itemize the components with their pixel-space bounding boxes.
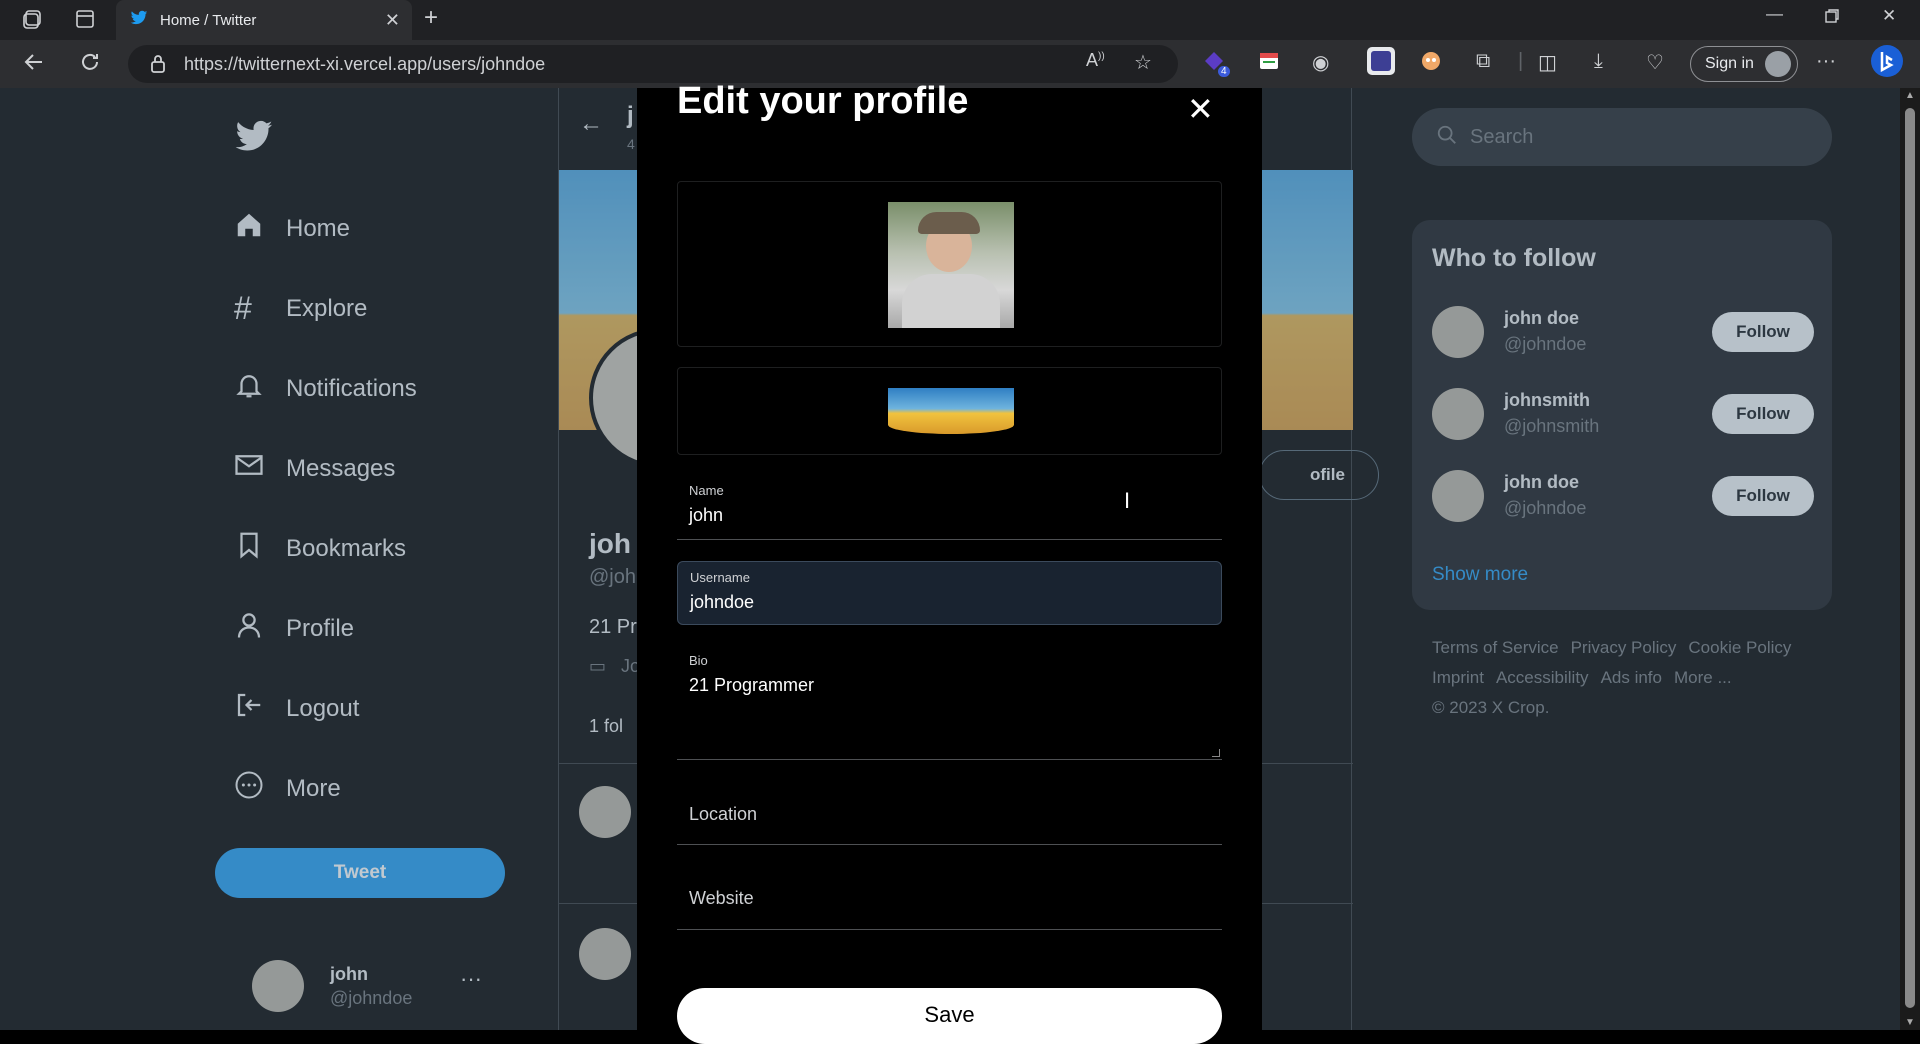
name-label: Name xyxy=(689,483,724,498)
lock-icon xyxy=(150,54,166,79)
tab-close-icon[interactable]: ✕ xyxy=(385,10,400,31)
workspaces-icon[interactable] xyxy=(22,8,44,35)
extension-badge: 4 xyxy=(1218,66,1230,77)
username-label: Username xyxy=(690,570,750,585)
resize-handle-icon[interactable] xyxy=(1212,749,1220,757)
text-cursor-icon: I xyxy=(1124,488,1131,513)
username-field[interactable]: Username johndoe xyxy=(677,561,1222,625)
settings-more-icon[interactable]: ··· xyxy=(1816,50,1836,73)
bio-label: Bio xyxy=(689,653,708,668)
back-icon[interactable] xyxy=(22,50,46,80)
bracket-extension-icon[interactable] xyxy=(1366,46,1396,82)
edit-profile-modal: Edit your profile ✕ Name john Username j… xyxy=(637,80,1262,1044)
cover-preview-image xyxy=(888,388,1014,434)
restore-icon[interactable] xyxy=(1824,8,1840,29)
browser-tab[interactable]: Home / Twitter ✕ xyxy=(116,0,412,40)
downloads-icon[interactable]: ⤓ xyxy=(1594,50,1603,73)
minimize-icon[interactable]: — xyxy=(1766,4,1783,24)
bing-copilot-icon[interactable] xyxy=(1870,44,1904,84)
target-extension-icon[interactable]: ◉ xyxy=(1312,50,1329,75)
profile-avatar-icon xyxy=(1765,51,1791,77)
scroll-up-icon[interactable]: ▲ xyxy=(1905,90,1915,101)
bio-field[interactable]: Bio 21 Programmer xyxy=(677,645,1222,760)
cover-upload-box[interactable] xyxy=(677,367,1222,455)
username-value: johndoe xyxy=(690,592,755,612)
split-screen-icon[interactable]: ◫ xyxy=(1538,50,1557,75)
name-value: john xyxy=(689,505,724,525)
twitter-favicon-icon xyxy=(130,10,148,30)
address-bar[interactable]: https://twitternext-xi.vercel.app/users/… xyxy=(128,45,1178,83)
sign-in-button[interactable]: Sign in xyxy=(1690,46,1798,82)
page-scrollbar[interactable]: ▲ ▼ xyxy=(1900,88,1920,1030)
close-icon[interactable]: ✕ xyxy=(1187,90,1214,128)
scrollbar-thumb[interactable] xyxy=(1905,108,1915,1008)
location-placeholder: Location xyxy=(689,804,758,824)
refresh-icon[interactable] xyxy=(78,50,102,80)
performance-heart-icon[interactable]: ♡ xyxy=(1646,50,1664,75)
calendar-extension-icon[interactable] xyxy=(1258,50,1280,78)
face-extension-icon[interactable] xyxy=(1420,50,1442,78)
website-placeholder: Website xyxy=(689,888,754,908)
browser-titlebar: Home / Twitter ✕ + — ✕ xyxy=(0,0,1920,40)
sign-in-label: Sign in xyxy=(1705,55,1754,72)
location-field[interactable]: Location xyxy=(677,780,1222,845)
website-field[interactable]: Website xyxy=(677,864,1222,930)
url-text: https://twitternext-xi.vercel.app/users/… xyxy=(184,53,546,74)
new-tab-icon[interactable]: + xyxy=(424,4,438,32)
save-button[interactable]: Save xyxy=(677,988,1222,1044)
tab-title: Home / Twitter xyxy=(160,11,257,29)
window-close-icon[interactable]: ✕ xyxy=(1882,6,1896,26)
avatar-upload-box[interactable] xyxy=(677,181,1222,347)
modal-title: Edit your profile xyxy=(677,80,969,122)
tab-actions-icon[interactable] xyxy=(74,8,96,35)
scroll-down-icon[interactable]: ▼ xyxy=(1905,1017,1915,1028)
extensions-puzzle-icon[interactable]: ⧉ xyxy=(1476,50,1490,73)
bio-value: 21 Programmer xyxy=(689,675,815,695)
toolbar-divider: | xyxy=(1518,50,1524,72)
avatar-preview-image xyxy=(888,202,1014,328)
name-field[interactable]: Name john xyxy=(677,475,1222,540)
read-aloud-icon[interactable]: A)) xyxy=(1086,50,1105,71)
favorite-star-icon[interactable]: ☆ xyxy=(1134,50,1152,75)
